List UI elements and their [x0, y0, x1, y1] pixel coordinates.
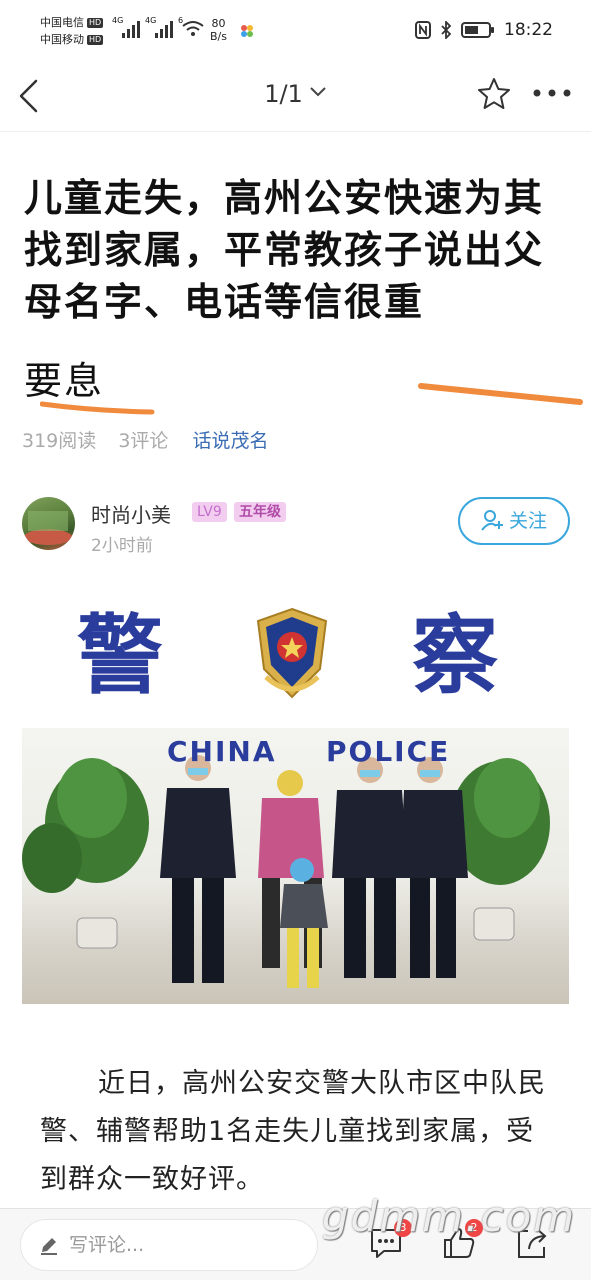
wifi-icon	[182, 21, 204, 36]
photo-text-china: CHINA	[167, 735, 277, 768]
sign-char-left: 警	[77, 605, 163, 706]
article-photo[interactable]: 警 察 CHINA POLICE	[22, 593, 569, 1004]
article-title: 儿童走失，高州公安快速为其找到家属，平常教孩子说出父母名字、电话等信很重	[24, 176, 545, 324]
topic-link[interactable]: 话说茂名	[192, 430, 268, 452]
avatar-image	[24, 511, 72, 545]
officer-2	[332, 757, 408, 978]
post-time: 2小时前	[91, 536, 153, 556]
favorite-star-icon[interactable]	[476, 76, 512, 112]
avatar[interactable]	[22, 497, 75, 550]
pencil-icon	[41, 1238, 57, 1255]
hd-badge: HD	[87, 35, 104, 45]
more-options-icon[interactable]	[532, 88, 572, 98]
speed-unit: B/s	[210, 30, 227, 43]
photo-scene	[22, 728, 569, 1004]
bluetooth-icon	[441, 21, 452, 39]
police-sign: 警 察	[22, 593, 569, 728]
add-user-icon	[481, 510, 503, 531]
battery-icon	[461, 22, 494, 38]
carrier-info: 中国电信 HD 中国移动 HD	[40, 14, 104, 48]
clock: 18:22	[504, 20, 553, 40]
follow-button[interactable]: 关注	[458, 497, 570, 545]
status-right: 18:22	[415, 20, 553, 40]
app-notification-icon	[241, 25, 253, 37]
sign-char-right: 察	[412, 605, 498, 706]
follow-label: 关注	[508, 510, 547, 532]
comment-input[interactable]: 写评论...	[20, 1219, 318, 1271]
site-watermark: gdmm.com	[322, 1192, 577, 1241]
carrier-1: 中国电信	[40, 16, 84, 29]
author-name[interactable]: 时尚小美	[91, 499, 171, 528]
plant-left	[22, 758, 149, 949]
photo-people-illustration	[22, 755, 550, 988]
grade-badge: 五年级	[234, 502, 286, 522]
annotation-underline	[40, 401, 155, 415]
police-emblem-icon	[256, 607, 328, 699]
annotation-line	[418, 383, 583, 405]
article-meta: 319阅读 3评论 话说茂名	[22, 426, 284, 453]
nfc-icon	[415, 21, 431, 39]
carrier-2: 中国移动	[40, 33, 84, 46]
signal-icon	[122, 21, 140, 38]
officer-1	[160, 755, 236, 983]
nav-bar: 1/1	[0, 62, 591, 132]
article-body: 近日，高州公安交警大队市区中队民警、辅警帮助1名走失儿童找到家属，受到群众一致好…	[40, 1068, 546, 1195]
level-badge: LV9	[192, 502, 227, 522]
network-speed: 80 B/s	[210, 17, 227, 43]
comment-count: 3评论	[118, 430, 169, 452]
author-row: 时尚小美 LV9 五年级 2小时前 关注	[22, 497, 572, 556]
chevron-down-icon	[310, 87, 326, 97]
status-bar: 中国电信 HD 中国移动 HD 4G 4G 6 80 B/s 18:22	[0, 0, 591, 62]
hd-badge: HD	[87, 18, 104, 28]
signal-icon	[155, 21, 173, 38]
officer-3	[400, 757, 468, 978]
speed-value: 80	[211, 17, 226, 30]
page-indicator-label: 1/1	[264, 80, 303, 108]
photo-text-police: POLICE	[326, 735, 451, 768]
comment-placeholder: 写评论...	[69, 1234, 145, 1256]
read-count: 319阅读	[22, 430, 97, 452]
